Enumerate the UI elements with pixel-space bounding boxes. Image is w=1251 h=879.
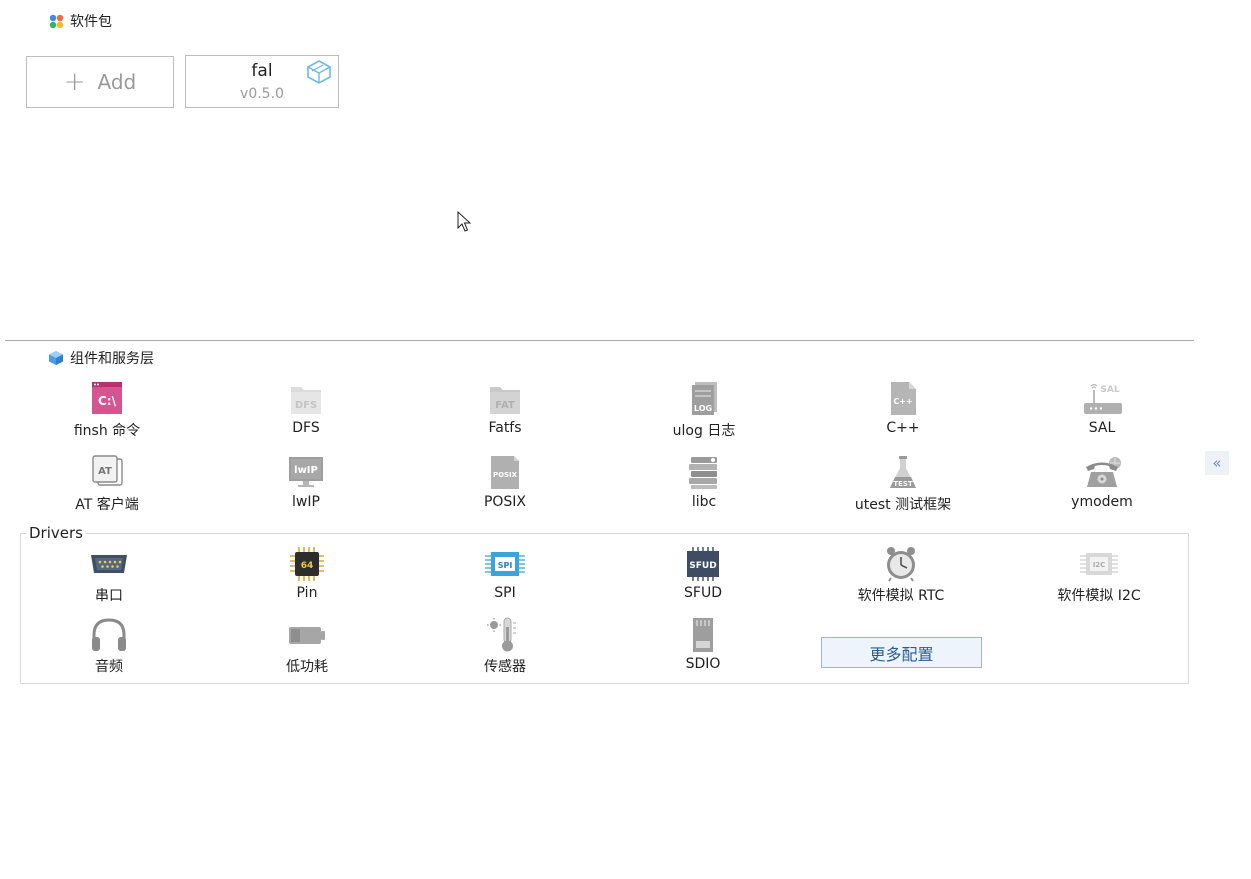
component-label: utest 测试框架 — [854, 497, 952, 513]
svg-text:LOG: LOG — [694, 404, 712, 413]
component-label: AT 客户端 — [75, 497, 139, 513]
driver-spi[interactable]: SPI SPI — [410, 546, 600, 601]
svg-text:FAT: FAT — [495, 400, 515, 411]
driver-label: 软件模拟 I2C — [1057, 588, 1141, 604]
sfud-chip-icon: SFUD — [687, 547, 719, 581]
packages-title: 软件包 — [70, 14, 112, 30]
packages-icon — [49, 14, 64, 28]
driver-label: SDIO — [685, 656, 721, 672]
collapse-panel-button[interactable]: « — [1205, 451, 1229, 475]
driver-soft-rtc[interactable]: 软件模拟 RTC — [806, 546, 996, 605]
component-finsh[interactable]: C:\ finsh 命令 — [12, 381, 202, 440]
chip-icon: 64 — [290, 547, 324, 581]
component-label: ulog 日志 — [672, 423, 736, 439]
drivers-title: Drivers — [26, 524, 86, 542]
svg-text:DFS: DFS — [295, 400, 317, 411]
double-chevron-left-icon: « — [1212, 454, 1222, 472]
component-ulog[interactable]: LOG ulog 日志 — [609, 381, 799, 440]
driver-sfud[interactable]: SFUD SFUD — [608, 546, 798, 601]
svg-text:POSIX: POSIX — [493, 471, 518, 479]
component-label: libc — [691, 494, 717, 510]
components-header: 组件和服务层 — [48, 348, 154, 368]
svg-text:SFUD: SFUD — [689, 561, 716, 571]
component-fatfs[interactable]: FAT Fatfs — [410, 381, 600, 436]
phone-icon — [1086, 457, 1121, 487]
driver-label: 低功耗 — [286, 659, 328, 675]
more-config-button[interactable]: 更多配置 — [821, 637, 982, 668]
component-label: C++ — [886, 420, 920, 436]
driver-sensor[interactable]: 传感器 — [410, 617, 600, 676]
posix-file-icon: POSIX — [491, 456, 519, 489]
driver-sdio[interactable]: SDIO — [608, 617, 798, 672]
serial-port-icon — [91, 555, 127, 573]
driver-pin[interactable]: 64 Pin — [212, 546, 402, 601]
log-file-icon: LOG — [692, 382, 717, 415]
driver-serial[interactable]: 串口 — [14, 546, 204, 605]
plus-icon: + — [63, 67, 86, 97]
driver-label: 音频 — [95, 659, 123, 675]
svg-text:SPI: SPI — [498, 561, 513, 570]
driver-label: 串口 — [95, 588, 123, 604]
svg-text:C++: C++ — [893, 397, 912, 406]
svg-text:C:\: C:\ — [98, 394, 117, 408]
component-ymodem[interactable]: ymodem — [1007, 455, 1197, 510]
components-cube-icon — [49, 351, 63, 365]
driver-label: SPI — [494, 585, 516, 601]
driver-audio[interactable]: 音频 — [14, 617, 204, 676]
component-cpp[interactable]: C++ C++ — [808, 381, 998, 436]
svg-text:AT: AT — [98, 466, 112, 477]
spi-icon: SPI — [485, 552, 525, 576]
alarm-clock-icon — [887, 547, 915, 582]
test-flask-icon: TEST — [890, 456, 916, 488]
component-label: Fatfs — [488, 420, 522, 436]
component-at-client[interactable]: AT AT 客户端 — [12, 455, 202, 514]
driver-label: 传感器 — [484, 659, 526, 675]
router-icon: SAL — [1084, 383, 1122, 414]
component-posix[interactable]: POSIX POSIX — [410, 455, 600, 510]
component-libc[interactable]: libc — [609, 455, 799, 510]
component-utest[interactable]: TEST utest 测试框架 — [808, 455, 998, 514]
driver-soft-i2c[interactable]: I2C 软件模拟 I2C — [1004, 546, 1194, 605]
lwip-monitor-icon: lwIP — [289, 457, 323, 487]
packages-header: 软件包 — [49, 11, 112, 31]
finsh-icon: C:\ — [92, 382, 122, 414]
component-dfs[interactable]: DFS DFS — [211, 381, 401, 436]
svg-text:64: 64 — [301, 561, 314, 571]
books-icon — [689, 457, 717, 489]
add-package-button[interactable]: + Add — [26, 56, 174, 108]
sd-card-icon — [693, 618, 713, 652]
component-label: POSIX — [483, 494, 527, 510]
i2c-icon: I2C — [1080, 553, 1118, 575]
thermometer-icon — [487, 617, 516, 652]
mouse-cursor-icon — [457, 211, 471, 232]
driver-low-power[interactable]: 低功耗 — [212, 617, 402, 676]
at-client-icon: AT — [92, 455, 123, 486]
svg-text:lwIP: lwIP — [294, 465, 318, 476]
driver-label: SFUD — [684, 585, 722, 601]
component-label: ymodem — [1071, 494, 1133, 510]
section-divider — [5, 340, 1194, 341]
add-package-label: Add — [97, 70, 137, 94]
package-card-fal[interactable]: fal v0.5.0 — [185, 55, 339, 108]
dfs-folder-icon: DFS — [291, 387, 321, 414]
headphones-icon — [92, 618, 126, 651]
component-label: SAL — [1088, 420, 1116, 436]
component-sal[interactable]: SAL SAL — [1007, 381, 1197, 436]
battery-icon — [289, 627, 325, 644]
component-label: lwIP — [292, 494, 320, 510]
components-title: 组件和服务层 — [70, 351, 154, 367]
driver-label: Pin — [296, 585, 318, 601]
fat-folder-icon: FAT — [490, 387, 520, 414]
package-cube-icon — [307, 60, 331, 84]
component-label: DFS — [292, 420, 320, 436]
cpp-file-icon: C++ — [891, 382, 916, 415]
driver-label: 软件模拟 RTC — [857, 588, 945, 604]
svg-text:TEST: TEST — [893, 480, 913, 488]
svg-text:I2C: I2C — [1093, 561, 1106, 569]
component-lwip[interactable]: lwIP lwIP — [211, 455, 401, 510]
component-label: finsh 命令 — [73, 423, 141, 439]
package-version: v0.5.0 — [240, 86, 284, 102]
svg-text:SAL: SAL — [1100, 385, 1119, 395]
